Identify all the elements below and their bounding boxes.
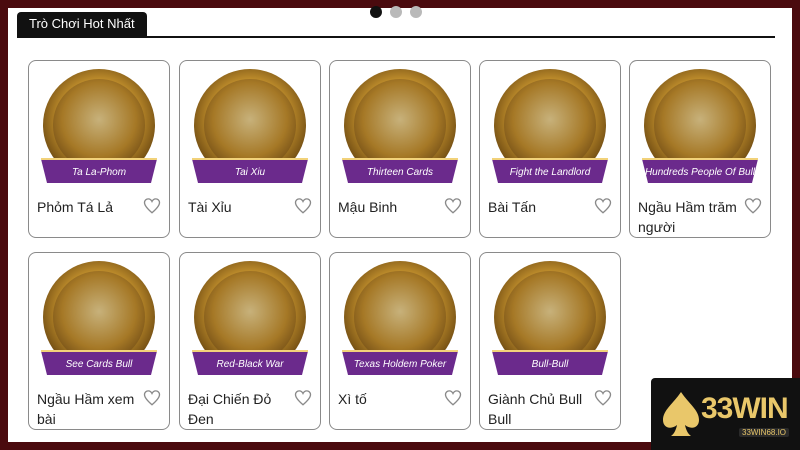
brand-logo: 33WIN 33WIN68.IO [651, 378, 800, 450]
carousel-dot-3[interactable] [410, 6, 422, 18]
game-card[interactable]: Thirteen Cards Mậu Binh [329, 60, 471, 238]
favorite-heart-icon[interactable] [294, 389, 312, 407]
game-name[interactable]: Tài Xỉu [188, 197, 294, 217]
favorite-heart-icon[interactable] [294, 197, 312, 215]
game-thumbnail[interactable]: Bull-Bull [486, 259, 614, 383]
game-banner-label: Red-Black War [216, 359, 284, 370]
game-card[interactable]: Tai Xiu Tài Xỉu [179, 60, 321, 238]
brand-logo-text: 33WIN [701, 392, 789, 425]
game-banner-label: Texas Holdem Poker [354, 359, 447, 370]
game-thumbnail[interactable]: Tai Xiu [186, 67, 314, 191]
game-thumbnail[interactable]: Red-Black War [186, 259, 314, 383]
carousel-dot-2[interactable] [390, 6, 402, 18]
game-name[interactable]: Giành Chủ Bull Bull [488, 389, 594, 429]
game-card[interactable]: Hundreds People Of Bull Ngầu Hầm trăm ngư… [629, 60, 771, 238]
favorite-heart-icon[interactable] [444, 389, 462, 407]
favorite-heart-icon[interactable] [744, 197, 762, 215]
game-banner-label: See Cards Bull [66, 359, 133, 370]
favorite-heart-icon[interactable] [594, 197, 612, 215]
game-card[interactable]: Fight the Landlord Bài Tấn [479, 60, 621, 238]
game-thumbnail[interactable]: Ta La-Phom [35, 67, 163, 191]
favorite-heart-icon[interactable] [143, 389, 161, 407]
favorite-heart-icon[interactable] [444, 197, 462, 215]
game-card[interactable]: Ta La-Phom Phỏm Tá Lả [28, 60, 170, 238]
section-divider [17, 36, 775, 38]
game-thumbnail[interactable]: Texas Holdem Poker [336, 259, 464, 383]
game-thumbnail[interactable]: Fight the Landlord [486, 67, 614, 191]
spade-icon [663, 392, 699, 436]
game-thumbnail[interactable]: See Cards Bull [35, 259, 163, 383]
game-name[interactable]: Đại Chiến Đỏ Đen [188, 389, 294, 429]
game-banner-label: Bull-Bull [532, 359, 569, 370]
game-card[interactable]: Bull-Bull Giành Chủ Bull Bull [479, 252, 621, 430]
game-card[interactable]: Red-Black War Đại Chiến Đỏ Đen [179, 252, 321, 430]
game-name[interactable]: Ngầu Hầm trăm người [638, 197, 744, 237]
game-name[interactable]: Phỏm Tá Lả [37, 197, 143, 217]
brand-logo-sub: 33WIN68.IO [739, 428, 790, 437]
game-banner-label: Thirteen Cards [367, 167, 433, 178]
game-thumbnail[interactable]: Thirteen Cards [336, 67, 464, 191]
game-name[interactable]: Xì tố [338, 389, 444, 409]
carousel-dots [370, 6, 422, 18]
carousel-dot-1[interactable] [370, 6, 382, 18]
game-banner-label: Hundreds People Of Bull [645, 167, 756, 178]
game-name[interactable]: Ngầu Hầm xem bài [37, 389, 143, 429]
game-banner-label: Fight the Landlord [510, 167, 591, 178]
game-card[interactable]: Texas Holdem Poker Xì tố [329, 252, 471, 430]
game-name[interactable]: Bài Tấn [488, 197, 594, 217]
game-name[interactable]: Mậu Binh [338, 197, 444, 217]
game-thumbnail[interactable]: Hundreds People Of Bull [636, 67, 764, 191]
favorite-heart-icon[interactable] [143, 197, 161, 215]
section-title: Trò Chơi Hot Nhất [17, 12, 147, 36]
game-banner-label: Ta La-Phom [72, 167, 126, 178]
game-card[interactable]: See Cards Bull Ngầu Hầm xem bài [28, 252, 170, 430]
favorite-heart-icon[interactable] [594, 389, 612, 407]
game-banner-label: Tai Xiu [235, 167, 266, 178]
